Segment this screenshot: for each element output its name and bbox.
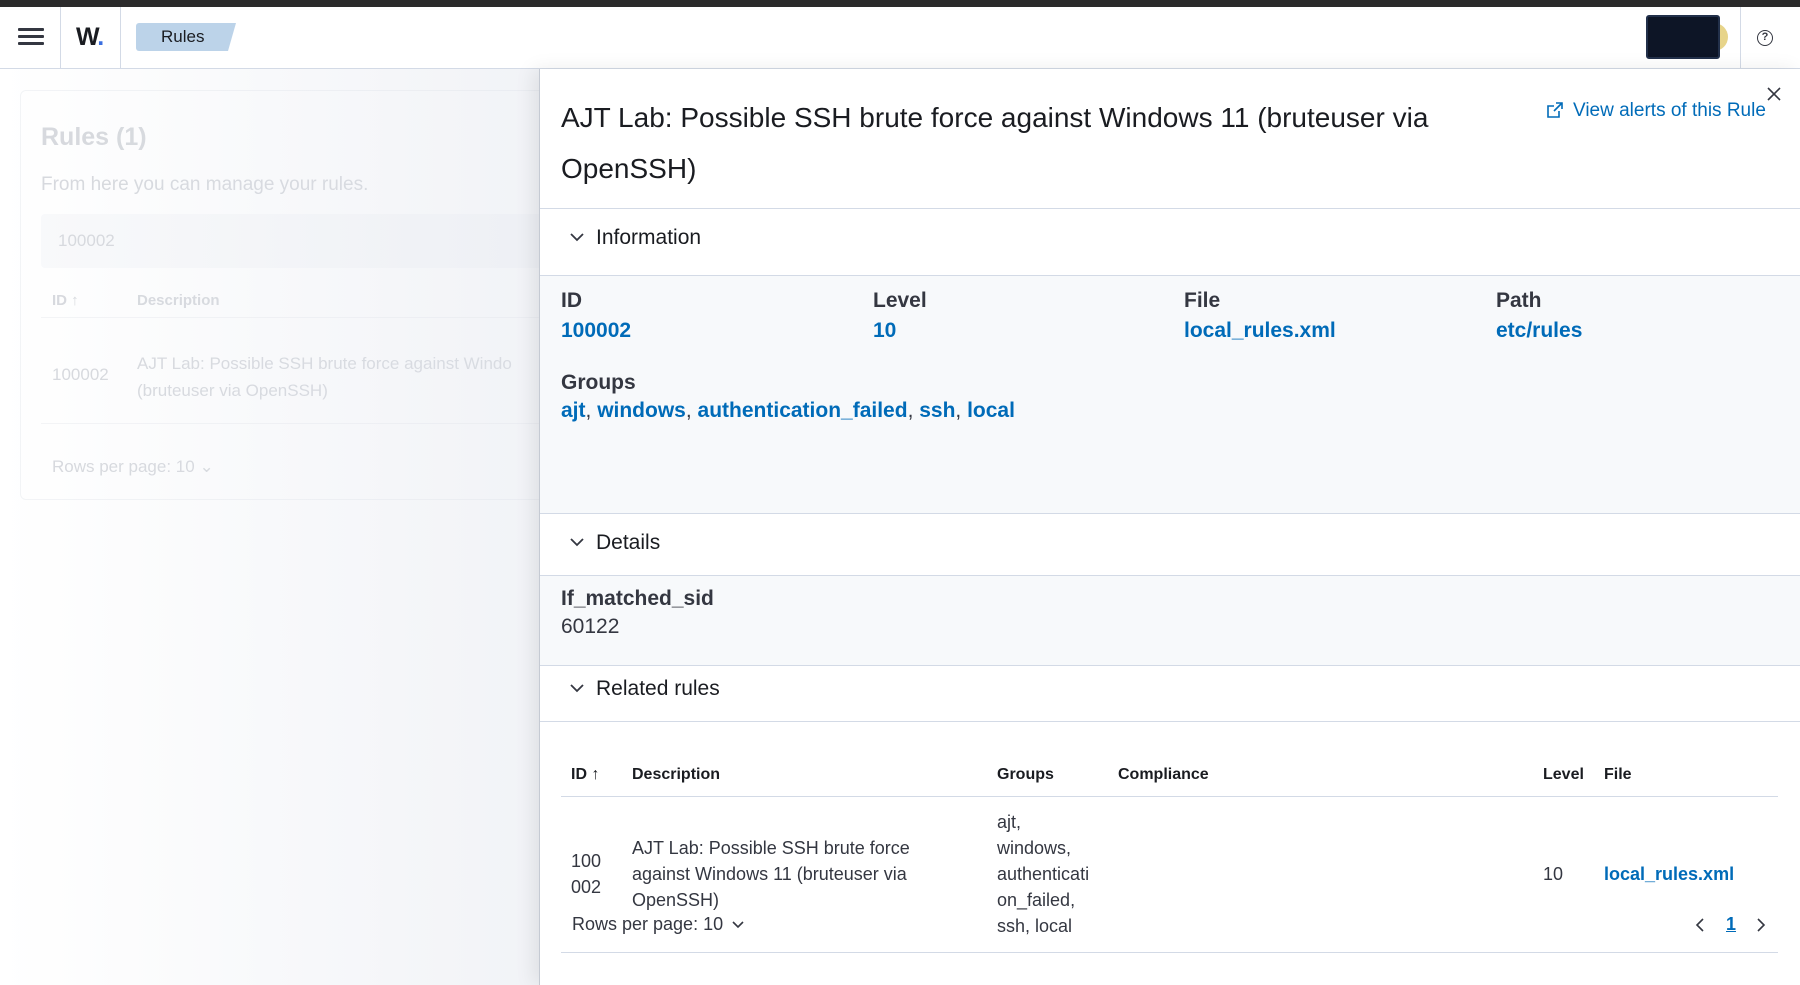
table-row-description[interactable]: AJT Lab: Possible SSH brute force against… [632, 835, 962, 913]
close-icon[interactable] [1762, 82, 1786, 106]
column-header-file[interactable]: File [1604, 766, 1632, 784]
header-redacted-button[interactable] [1646, 15, 1720, 59]
view-alerts-link[interactable]: View alerts of this Rule [1546, 100, 1766, 122]
group-separator: , [907, 399, 920, 422]
table-divider [561, 796, 1778, 797]
group-link-ssh[interactable]: ssh [919, 399, 955, 422]
breadcrumb-rules[interactable]: Rules [136, 23, 236, 51]
groups-label: Groups [561, 371, 636, 394]
path-value-link[interactable]: etc/rules [1496, 319, 1582, 343]
group-link-windows[interactable]: windows [597, 399, 686, 422]
table-row-description[interactable]: AJT Lab: Possible SSH brute force agains… [137, 350, 557, 404]
file-label: File [1184, 289, 1221, 312]
column-header-level[interactable]: Level [1543, 766, 1584, 784]
group-separator: , [955, 399, 968, 422]
table-divider [41, 423, 561, 424]
rows-per-page-select[interactable]: Rows per page: 10 [572, 914, 745, 935]
column-header-description[interactable]: Description [632, 766, 720, 784]
table-divider [41, 317, 561, 318]
id-label: ID [561, 289, 582, 312]
pagination-page-1[interactable]: 1 [1726, 914, 1736, 935]
menu-icon[interactable] [14, 25, 48, 49]
chevron-down-icon [570, 233, 584, 242]
id-value-link[interactable]: 100002 [561, 319, 631, 343]
pagination-next-icon[interactable] [1754, 917, 1768, 938]
sort-up-icon: ↑ [71, 292, 79, 309]
header-divider [120, 7, 121, 69]
chevron-down-icon [732, 921, 744, 929]
top-header: W. Rules ? [0, 7, 1800, 69]
sort-up-icon: ↑ [591, 766, 600, 783]
section-divider [540, 513, 1800, 514]
file-value-link[interactable]: local_rules.xml [1184, 319, 1336, 343]
flyout-title: AJT Lab: Possible SSH brute force agains… [561, 102, 1429, 184]
level-value-link[interactable]: 10 [873, 319, 896, 343]
details-panel [540, 576, 1800, 665]
column-header-groups[interactable]: Groups [997, 766, 1054, 784]
groups-list: ajt, windows, authentication_failed, ssh… [561, 399, 1015, 423]
external-link-icon [1547, 102, 1563, 118]
section-divider [540, 721, 1800, 722]
column-header-description[interactable]: Description [137, 292, 220, 309]
path-label: Path [1496, 289, 1542, 312]
chevron-down-icon: ⌄ [199, 457, 214, 476]
chevron-down-icon [570, 538, 584, 547]
page-title: Rules (1) [41, 123, 147, 151]
pagination-prev-icon[interactable] [1693, 917, 1707, 938]
table-row-groups: ajt, windows, authenticati on_failed, ssh, l… [997, 812, 1090, 936]
header-divider [60, 7, 61, 69]
table-divider [561, 952, 1778, 953]
table-row-level: 10 [1543, 864, 1564, 884]
app-window: W. Rules ? Rules (1) From here you can m… [0, 7, 1800, 985]
page-subtitle: From here you can manage your rules. [41, 174, 369, 195]
table-row-id[interactable]: 100002 [52, 365, 109, 385]
section-divider [540, 665, 1800, 666]
if-matched-sid-label: If_matched_sid [561, 587, 714, 610]
rule-flyout: AJT Lab: Possible SSH brute force agains… [539, 69, 1800, 985]
information-panel [540, 276, 1800, 513]
accordion-details[interactable]: Details [568, 531, 660, 555]
if-matched-sid-value: 60122 [561, 615, 620, 638]
level-label: Level [873, 289, 927, 312]
group-link-ajt[interactable]: ajt [561, 399, 586, 422]
table-row-file-link[interactable]: local_rules.xml [1604, 864, 1734, 885]
group-link-local[interactable]: local [967, 399, 1015, 422]
table-row-id[interactable]: 100002 [571, 848, 601, 900]
group-link-authentication-failed[interactable]: authentication_failed [698, 399, 908, 422]
group-separator: , [585, 399, 598, 422]
column-header-id[interactable]: ID ↑ [52, 292, 79, 309]
chevron-down-icon [570, 684, 584, 693]
rows-per-page-select[interactable]: Rows per page: 10 ⌄ [52, 457, 214, 477]
accordion-related-rules[interactable]: Related rules [568, 677, 720, 701]
search-input[interactable]: 100002 [41, 214, 561, 268]
accordion-information[interactable]: Information [568, 226, 701, 250]
help-icon[interactable]: ? [1757, 30, 1773, 46]
column-header-compliance[interactable]: Compliance [1118, 766, 1209, 784]
app-logo[interactable]: W. [76, 23, 104, 52]
column-header-id[interactable]: ID ↑ [571, 766, 599, 784]
header-divider [1740, 7, 1741, 69]
group-separator: , [685, 399, 698, 422]
section-divider [540, 208, 1800, 209]
